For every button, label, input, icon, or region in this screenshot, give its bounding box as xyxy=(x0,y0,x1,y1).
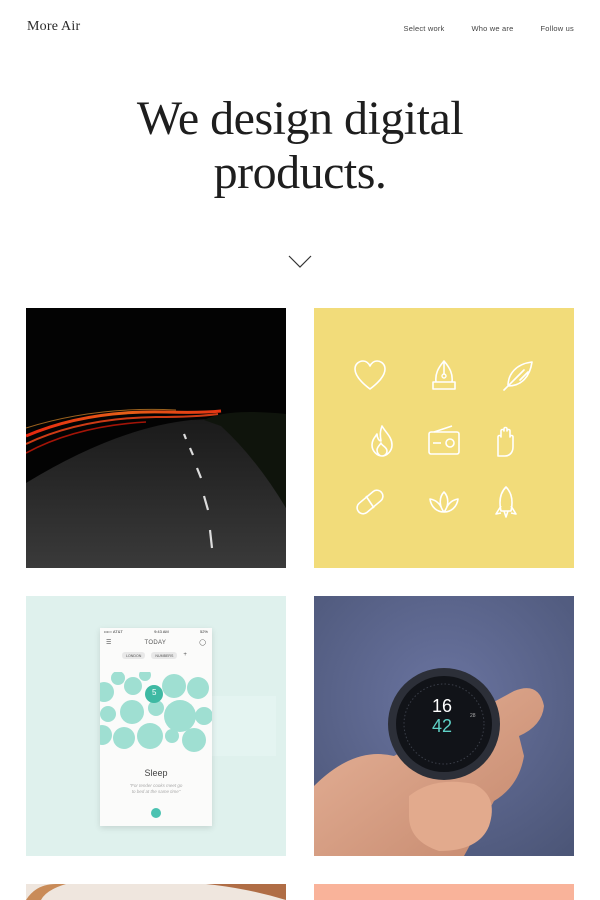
lotus-icon xyxy=(426,484,462,520)
project-tile-sleep-app[interactable]: ••••○ AT&T 9:43 AM 52% ☰ TODAY ◯ LONDON … xyxy=(26,596,286,856)
pen-nib-icon xyxy=(426,358,462,394)
rocket-icon xyxy=(488,484,524,520)
watch-side-value: 28 xyxy=(470,713,476,719)
sleep-label: Sleep xyxy=(144,768,168,778)
phone-mockup: ••••○ AT&T 9:43 AM 52% ☰ TODAY ◯ LONDON … xyxy=(100,628,212,826)
clock-text: 9:43 AM xyxy=(154,629,169,634)
main-nav: Select work Who we are Follow us xyxy=(404,24,574,33)
project-tile-bottom-left[interactable] xyxy=(26,884,286,900)
hero-line-2: products. xyxy=(213,146,387,199)
project-tile-light-trails[interactable] xyxy=(26,308,286,568)
project-tile-smartwatch[interactable]: 16 42 28 xyxy=(314,596,574,856)
light-trails-image xyxy=(26,308,286,568)
project-tile-bottom-right[interactable] xyxy=(314,884,574,900)
confirm-check-button[interactable] xyxy=(151,808,161,818)
chip-london[interactable]: LONDON xyxy=(122,652,146,659)
bubble-badge: 5 xyxy=(152,688,157,697)
bubble-chart xyxy=(100,672,212,752)
quote-line-1: "For tender cooks meet go xyxy=(129,783,183,788)
project-tile-icon-set[interactable] xyxy=(314,308,574,568)
menu-icon[interactable]: ☰ xyxy=(106,639,111,646)
logo[interactable]: More Air xyxy=(27,19,80,35)
flame-icon xyxy=(364,423,400,459)
hand-icon xyxy=(488,423,524,459)
pill-icon xyxy=(352,484,388,520)
bottom-left-image xyxy=(26,884,286,900)
nav-select-work[interactable]: Select work xyxy=(404,24,445,33)
feather-icon xyxy=(500,358,536,394)
battery-text: 52% xyxy=(199,629,208,634)
filter-chips: LONDON NUMBERS + xyxy=(100,646,212,659)
clock-icon[interactable]: ◯ xyxy=(199,639,206,646)
hero-line-1: We design digital xyxy=(136,92,464,145)
nav-follow-us[interactable]: Follow us xyxy=(541,24,574,33)
carrier-text: ••••○ AT&T xyxy=(104,629,123,634)
app-title[interactable]: TODAY xyxy=(145,640,167,646)
sleep-quote: "For tender cooks meet go to bed at the … xyxy=(100,783,212,795)
nav-who-we-are[interactable]: Who we are xyxy=(471,24,513,33)
chip-numbers[interactable]: NUMBERS xyxy=(151,652,178,659)
hero-heading: We design digital products. xyxy=(0,92,600,200)
heart-icon xyxy=(352,358,388,394)
watch-hours: 16 xyxy=(432,696,453,716)
add-chip-icon[interactable]: + xyxy=(183,652,187,659)
app-header: ☰ TODAY ◯ xyxy=(100,634,212,647)
quote-line-2: to bed at the same time" xyxy=(131,789,181,794)
chevron-down-icon[interactable] xyxy=(288,254,312,270)
radio-icon xyxy=(426,423,462,459)
watch-minutes: 42 xyxy=(432,716,453,736)
